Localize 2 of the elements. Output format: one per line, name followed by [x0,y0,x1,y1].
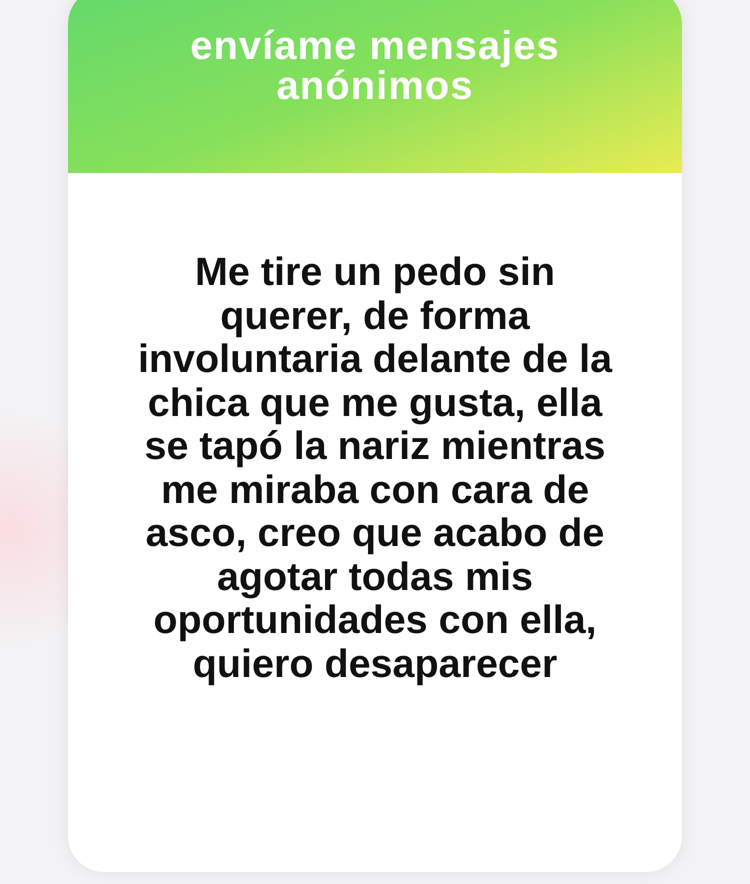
message-text: Me tire un pedo sin querer, de forma involuntaria delante de la chica que me gusta, ella se tapó la nariz mientras me miraba con cara de asco, creo que acabo de agotar todas mis oportunidades con ella, quiero desaparecer [136,251,614,686]
header-title: envíame mensajes anónimos [189,26,561,110]
